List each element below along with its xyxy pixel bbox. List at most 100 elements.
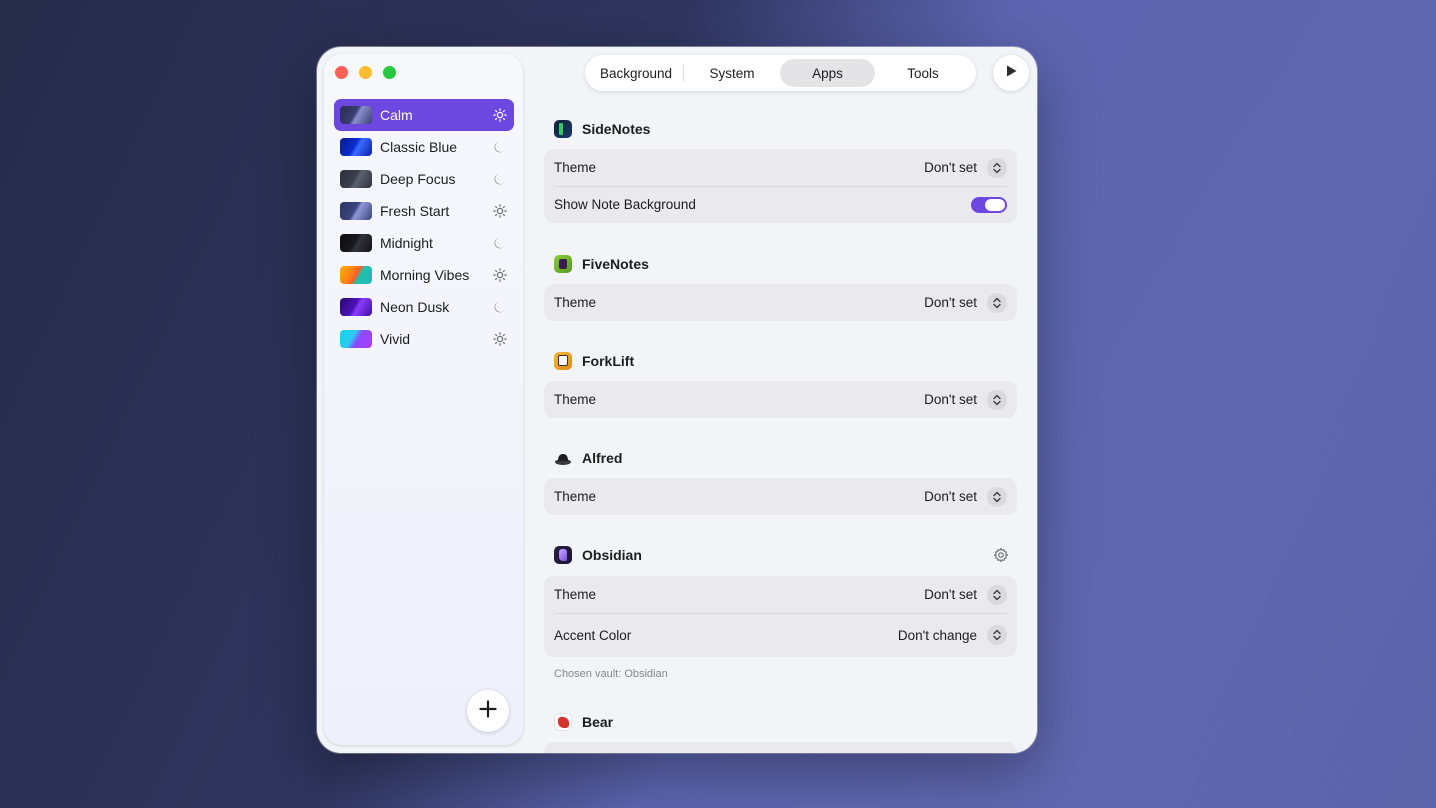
moon-icon	[492, 299, 508, 315]
chosen-vault-note: Chosen vault: Obsidian	[554, 668, 668, 680]
swatch-vivid	[340, 330, 372, 348]
zoom-button[interactable]	[383, 66, 396, 79]
close-button[interactable]	[335, 66, 348, 79]
chevron-up-down-icon[interactable]	[987, 486, 1007, 507]
sun-icon	[492, 331, 508, 347]
accent-color-label: Accent Color	[554, 627, 632, 643]
theme-item-calm[interactable]: Calm	[334, 99, 514, 131]
add-theme-button[interactable]	[467, 690, 509, 732]
chevron-up-down-icon[interactable]	[987, 389, 1007, 410]
app-title: ForkLift	[582, 353, 635, 369]
theme-name: Vivid	[380, 331, 411, 347]
app-header-alfred: Alfred	[554, 447, 1009, 469]
window-controls	[335, 66, 396, 79]
app-header-obsidian: Obsidian	[554, 544, 1009, 566]
theme-label: Theme	[554, 295, 597, 310]
play-button[interactable]	[993, 55, 1029, 91]
alfred-hat-icon	[554, 449, 572, 467]
app-title: Obsidian	[582, 547, 642, 563]
theme-row: Theme Don't set	[544, 381, 1017, 418]
chevron-up-down-icon[interactable]	[987, 157, 1007, 178]
theme-value[interactable]: Don't set	[924, 295, 977, 310]
fivenotes-settings-card: Theme Don't set	[544, 284, 1017, 321]
show-note-background-label: Show Note Background	[554, 197, 696, 212]
moon-icon	[492, 235, 508, 251]
theme-label: Theme	[554, 160, 597, 175]
chevron-up-down-icon[interactable]	[987, 584, 1007, 605]
theme-value[interactable]: Don't set	[924, 587, 977, 602]
bear-icon	[554, 713, 572, 731]
toggle-knob	[985, 198, 1005, 211]
theme-name: Neon Dusk	[380, 299, 450, 315]
chevron-up-down-icon[interactable]	[987, 292, 1007, 313]
obsidian-settings-card: Theme Don't set Accent Color Don't chang…	[544, 576, 1017, 657]
theme-item-deep-focus[interactable]: Deep Focus	[334, 163, 514, 195]
theme-row: Theme Don't set	[544, 478, 1017, 515]
app-header-sidenotes: SideNotes	[554, 118, 1009, 140]
theme-name: Midnight	[380, 235, 433, 251]
moon-icon	[492, 139, 508, 155]
tab-apps[interactable]: Apps	[780, 59, 875, 87]
theme-name: Deep Focus	[380, 171, 456, 187]
app-header-fivenotes: FiveNotes	[554, 253, 1009, 275]
app-title: Bear	[582, 714, 614, 730]
chevron-up-down-icon[interactable]	[987, 625, 1007, 645]
obsidian-icon	[554, 546, 572, 564]
theme-name: Morning Vibes	[380, 267, 470, 283]
play-icon	[1004, 64, 1018, 83]
app-header-forklift: ForkLift	[554, 350, 1009, 372]
accent-color-value[interactable]: Don't change	[898, 628, 977, 643]
sun-icon	[492, 203, 508, 219]
app-header-bear: Bear	[554, 711, 1009, 733]
theme-item-neon-dusk[interactable]: Neon Dusk	[334, 291, 514, 323]
swatch-deep-focus	[340, 170, 372, 188]
sidenotes-icon	[554, 120, 572, 138]
tab-tools[interactable]: Tools	[875, 59, 971, 87]
theme-name: Calm	[380, 107, 413, 123]
theme-row: Theme Don't set	[544, 576, 1017, 613]
moon-icon	[492, 171, 508, 187]
theme-item-vivid[interactable]: Vivid	[334, 323, 514, 355]
minimize-button[interactable]	[359, 66, 372, 79]
tab-system[interactable]: System	[684, 59, 780, 87]
theme-value[interactable]: Don't set	[924, 160, 977, 175]
theme-value[interactable]: Don't set	[924, 489, 977, 504]
theme-name: Classic Blue	[380, 139, 458, 155]
sun-icon	[492, 267, 508, 283]
alfred-settings-card: Theme Don't set	[544, 478, 1017, 515]
tab-bar: Background System Apps Tools	[585, 55, 976, 91]
swatch-midnight	[340, 234, 372, 252]
app-title: Alfred	[582, 450, 623, 466]
swatch-calm	[340, 106, 372, 124]
tab-background[interactable]: Background	[589, 59, 683, 87]
bear-settings-card	[544, 742, 1017, 753]
theme-item-fresh-start[interactable]: Fresh Start	[334, 195, 514, 227]
theme-item-classic-blue[interactable]: Classic Blue	[334, 131, 514, 163]
show-note-background-toggle[interactable]	[971, 196, 1007, 213]
theme-item-morning-vibes[interactable]: Morning Vibes	[334, 259, 514, 291]
plus-icon	[479, 699, 497, 723]
swatch-classic-blue	[340, 138, 372, 156]
theme-value[interactable]: Don't set	[924, 392, 977, 407]
sidebar: Calm Classic Blue Deep Focus Fresh Start…	[324, 54, 523, 745]
theme-row: Theme Don't set	[544, 149, 1017, 186]
theme-item-midnight[interactable]: Midnight	[334, 227, 514, 259]
theme-label: Theme	[554, 392, 597, 407]
app-title: SideNotes	[582, 121, 651, 137]
theme-label: Theme	[554, 489, 597, 504]
accent-color-row: Accent Color Don't change	[544, 613, 1017, 657]
sidenotes-settings-card: Theme Don't set Show Note Background	[544, 149, 1017, 223]
fivenotes-icon	[554, 255, 572, 273]
theme-row: Theme Don't set	[544, 284, 1017, 321]
forklift-icon	[554, 352, 572, 370]
swatch-morning-vibes	[340, 266, 372, 284]
sun-icon	[492, 107, 508, 123]
forklift-settings-card: Theme Don't set	[544, 381, 1017, 418]
app-window: Calm Classic Blue Deep Focus Fresh Start…	[317, 47, 1037, 753]
theme-list: Calm Classic Blue Deep Focus Fresh Start…	[334, 99, 514, 355]
app-title: FiveNotes	[582, 256, 649, 272]
theme-name: Fresh Start	[380, 203, 450, 219]
gear-icon[interactable]	[993, 547, 1009, 563]
show-note-background-row: Show Note Background	[544, 186, 1017, 223]
swatch-neon-dusk	[340, 298, 372, 316]
